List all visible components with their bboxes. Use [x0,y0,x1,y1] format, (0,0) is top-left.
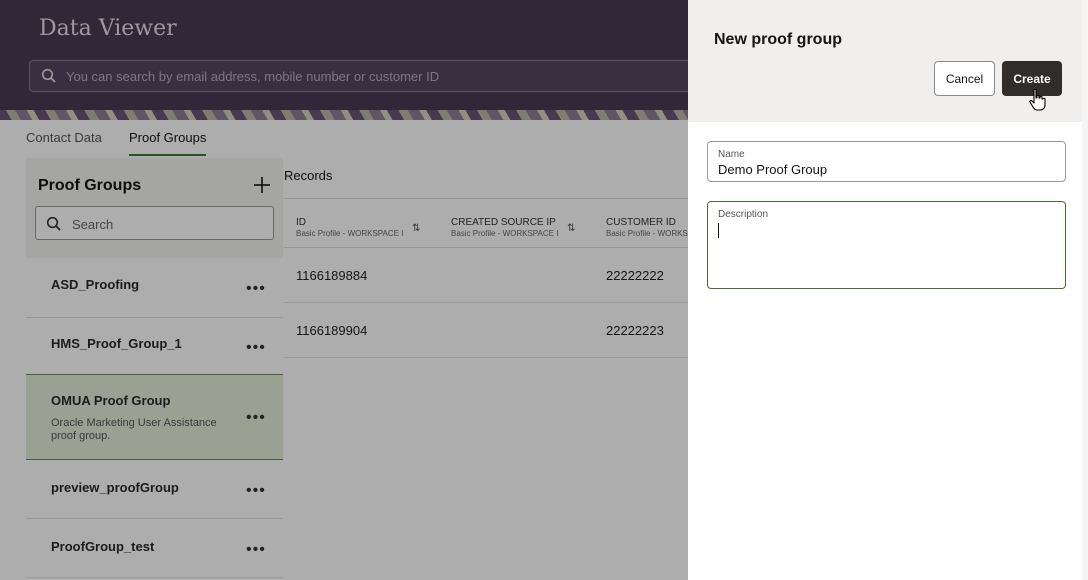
cancel-button[interactable]: Cancel [934,61,995,96]
name-value: Demo Proof Group [718,162,828,177]
text-caret [718,223,719,238]
drawer-header: New proof group Cancel Create [688,0,1088,122]
drawer-scroll-edge [1082,0,1088,580]
description-label: Description [718,209,769,220]
hand-pointer-icon [1028,88,1046,112]
description-field[interactable]: Description [707,201,1066,289]
new-proof-group-drawer: New proof group Cancel Create Name Demo … [688,0,1088,580]
name-field[interactable]: Name Demo Proof Group [707,141,1066,182]
drawer-title: New proof group [714,31,842,48]
name-label: Name [718,149,745,160]
modal-backdrop[interactable] [0,0,688,580]
